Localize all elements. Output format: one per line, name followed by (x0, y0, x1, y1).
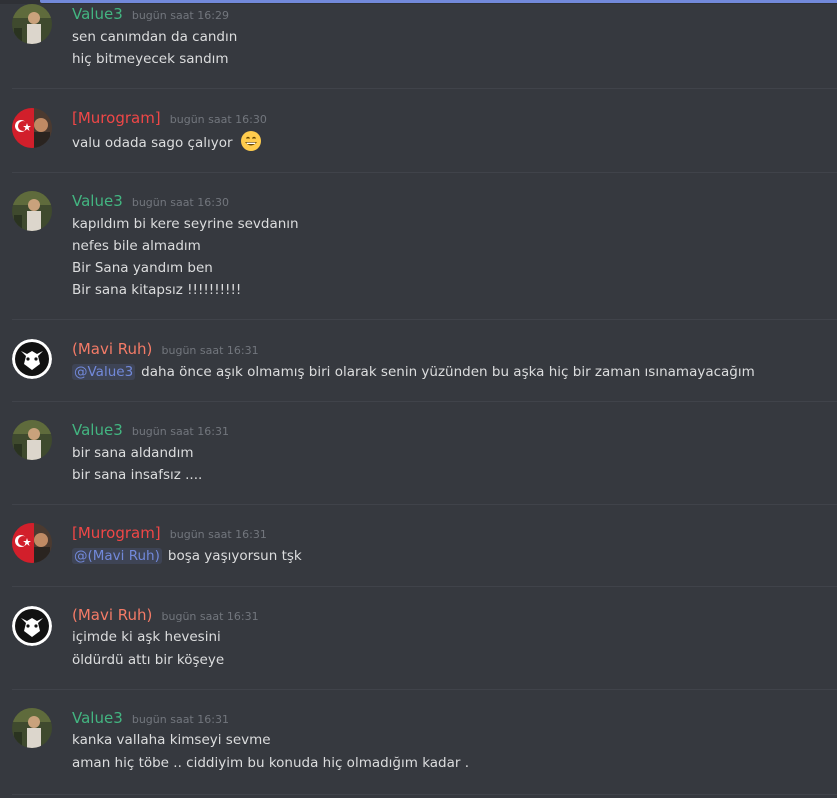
message-text: kanka vallaha kimseyi sevme (72, 732, 271, 748)
timestamp: bugün saat 16:29 (131, 9, 229, 22)
avatar[interactable] (12, 420, 52, 460)
avatar[interactable] (12, 4, 52, 44)
user-mention[interactable]: @(Mavi Ruh) (72, 548, 162, 564)
message-text: aman hiç töbe .. ciddiyim bu konuda hiç … (72, 755, 470, 771)
message-header: Value3 bugün saat 16:30 (72, 191, 229, 211)
timestamp: bugün saat 16:30 (169, 113, 267, 126)
message-header: (Mavi Ruh) bugün saat 16:31 (72, 339, 259, 359)
avatar[interactable] (12, 523, 52, 563)
message-header: Value3 bugün saat 16:31 (72, 708, 229, 728)
username[interactable]: (Mavi Ruh) (72, 606, 152, 624)
grinning-emoji-icon (240, 131, 261, 151)
message-text: kapıldım bi kere seyrine sevdanın (72, 216, 299, 232)
message-text: hiç bitmeyecek sandım (72, 51, 229, 67)
message-divider (12, 504, 837, 505)
message-text: sen canımdan da candın (72, 29, 238, 45)
message-line: valu odada sago çalıyor (72, 130, 262, 154)
message-text: Bir sana kitapsız !!!!!!!!!! (72, 282, 242, 298)
message-text: bir sana aldandım (72, 445, 194, 461)
username[interactable]: [Murogram] (72, 109, 161, 127)
photo-avatar-icon (12, 4, 52, 44)
timestamp: bugün saat 16:31 (169, 528, 267, 541)
wolf-avatar-icon (12, 606, 52, 646)
avatar[interactable] (12, 606, 52, 646)
message-text: daha önce aşık olmamış biri olarak senin… (141, 364, 755, 380)
username[interactable]: Value3 (72, 192, 123, 210)
message-list[interactable]: Value3 bugün saat 16:29 sen canımdan da … (0, 0, 837, 798)
message-divider (12, 401, 837, 402)
turkish-flag-avatar-icon (12, 108, 52, 148)
message-divider (12, 689, 837, 690)
message-header: (Mavi Ruh) bugün saat 16:31 (72, 605, 259, 625)
message-text: boşa yaşıyorsun tşk (167, 548, 302, 564)
photo-avatar-icon (12, 420, 52, 460)
message-divider (12, 319, 837, 320)
avatar[interactable] (12, 108, 52, 148)
message-text: nefes bile almadım (72, 238, 201, 254)
username[interactable]: [Murogram] (72, 524, 161, 542)
timestamp: bugün saat 16:31 (161, 344, 259, 357)
message-text: öldürdü attı bir köşeye (72, 652, 225, 668)
wolf-avatar-icon (12, 339, 52, 379)
message-text: bir sana insafsız .... (72, 467, 203, 483)
message-line: @(Mavi Ruh) boşa yaşıyorsun tşk (72, 545, 302, 567)
timestamp: bugün saat 16:31 (161, 610, 259, 623)
message-text: valu odada sago çalıyor (72, 135, 233, 151)
message-text: Bir Sana yandım ben (72, 260, 213, 276)
message-header: [Murogram] bugün saat 16:30 (72, 108, 267, 128)
avatar[interactable] (12, 339, 52, 379)
username[interactable]: Value3 (72, 421, 123, 439)
message-text: içimde ki aşk hevesini (72, 629, 221, 645)
username[interactable]: (Mavi Ruh) (72, 340, 152, 358)
message-header: [Murogram] bugün saat 16:31 (72, 523, 267, 543)
message-header: Value3 bugün saat 16:31 (72, 420, 229, 440)
message-line: @Value3 daha önce aşık olmamış biri olara… (72, 361, 755, 383)
timestamp: bugün saat 16:31 (131, 713, 229, 726)
turkish-flag-avatar-icon (12, 523, 52, 563)
message-header: Value3 bugün saat 16:29 (72, 4, 229, 24)
timestamp: bugün saat 16:30 (131, 196, 229, 209)
avatar[interactable] (12, 191, 52, 231)
timestamp: bugün saat 16:31 (131, 425, 229, 438)
avatar[interactable] (12, 708, 52, 748)
user-mention[interactable]: @Value3 (72, 364, 136, 380)
photo-avatar-icon (12, 708, 52, 748)
username[interactable]: Value3 (72, 5, 123, 23)
username[interactable]: Value3 (72, 709, 123, 727)
message-divider (12, 586, 837, 587)
message-divider (12, 172, 837, 173)
message-divider (12, 794, 837, 795)
photo-avatar-icon (12, 191, 52, 231)
message-divider (12, 88, 837, 89)
